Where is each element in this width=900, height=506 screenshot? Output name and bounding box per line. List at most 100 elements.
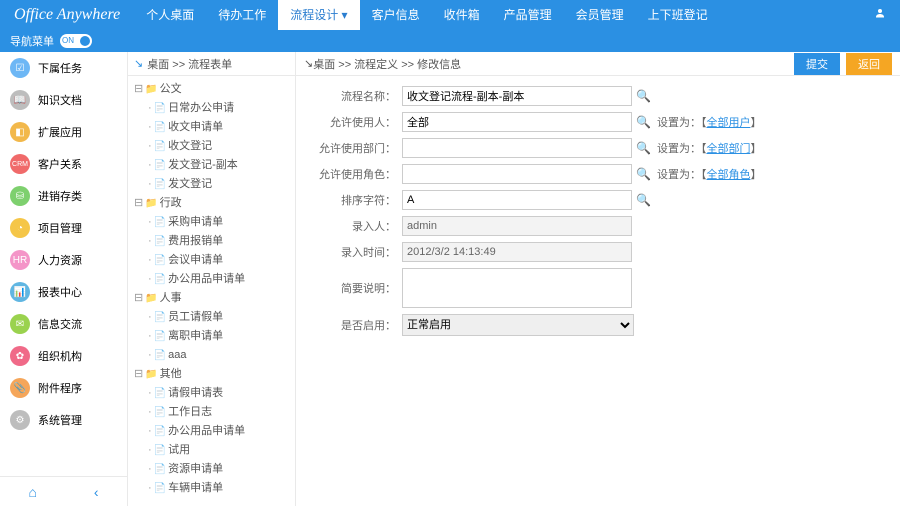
home-icon[interactable]: ⌂: [28, 484, 36, 500]
sidebar: ☑ 下属任务 📖知识文档 ◧ 扩展应用 CRM 客户关系 ⛁ 进销存类 ◔ 项目管理 HR人力资源📊报…: [0, 52, 128, 506]
desc-textarea[interactable]: [402, 268, 632, 308]
sidebar-item[interactable]: ◔ 项目管理: [0, 212, 127, 244]
sidebar-item-icon: ◔: [10, 218, 30, 238]
nav-item[interactable]: 个人桌面: [134, 0, 206, 30]
sidebar-item[interactable]: ⛁ 进销存类: [0, 180, 127, 212]
role-input[interactable]: [402, 164, 632, 184]
enable-label: 是否启用：: [310, 317, 402, 333]
enteredat-label: 录入时间：: [310, 244, 402, 260]
sidebar-item[interactable]: ⚙系统管理: [0, 404, 127, 436]
sidebar-item[interactable]: 📖知识文档: [0, 84, 127, 116]
tree-doc[interactable]: ·收文登记: [148, 137, 289, 156]
sidebar-item-label: 附件程序: [38, 380, 82, 396]
tree-doc[interactable]: ·工作日志: [148, 403, 289, 422]
top-bar: Office Anywhere 个人桌面待办工作流程设计 ▾客户信息收件箱产品管…: [0, 0, 900, 30]
users-label: 允许使用人：: [310, 114, 402, 130]
sidebar-item[interactable]: 📎 附件程序: [0, 372, 127, 404]
link-all-dept[interactable]: 全部部门: [706, 143, 750, 155]
dept-input[interactable]: [402, 138, 632, 158]
tree-folder[interactable]: ⊟其他·请假申请表·工作日志·办公用品申请单·试用·资源申请单·车辆申请单: [134, 365, 289, 498]
sidebar-item-label: 客户关系: [38, 156, 82, 172]
search-icon[interactable]: 🔍: [636, 115, 651, 129]
sidebar-item-icon: CRM: [10, 154, 30, 174]
search-icon[interactable]: 🔍: [636, 167, 651, 181]
tree-doc[interactable]: ·车辆申请单: [148, 479, 289, 498]
nav-item[interactable]: 上下班登记: [636, 0, 720, 30]
sort-input[interactable]: [402, 190, 632, 210]
search-icon[interactable]: 🔍: [636, 193, 651, 207]
tree-doc[interactable]: ·员工请假单: [148, 308, 289, 327]
name-label: 流程名称：: [310, 88, 402, 104]
tree-doc[interactable]: ·试用: [148, 441, 289, 460]
back-button[interactable]: 返回: [846, 53, 892, 75]
sidebar-item-label: 下属任务: [38, 60, 82, 76]
tree-folder[interactable]: ⊟公文·日常办公申请·收文申请单·收文登记·发文登记-副本·发文登记: [134, 80, 289, 194]
link-all-users[interactable]: 全部用户: [706, 117, 750, 129]
sidebar-item[interactable]: CRM 客户关系: [0, 148, 127, 180]
tree-doc[interactable]: ·日常办公申请: [148, 99, 289, 118]
sidebar-item-label: 进销存类: [38, 188, 82, 204]
nav-menu-label: 导航菜单: [10, 33, 54, 49]
dept-label: 允许使用部门：: [310, 140, 402, 156]
sidebar-bottom: ⌂ ‹: [0, 476, 127, 506]
sidebar-item-label: 知识文档: [38, 92, 82, 108]
tree-doc[interactable]: ·采购申请单: [148, 213, 289, 232]
tree-doc[interactable]: ·资源申请单: [148, 460, 289, 479]
sidebar-item-label: 扩展应用: [38, 124, 82, 140]
nav-item[interactable]: 会员管理: [564, 0, 636, 30]
enable-select[interactable]: 正常启用: [402, 314, 634, 336]
sidebar-item-icon: ⚙: [10, 410, 30, 430]
nav-menu-toggle[interactable]: ON: [60, 34, 92, 48]
tree-doc[interactable]: ·aaa: [148, 346, 289, 365]
tree-doc[interactable]: ·收文申请单: [148, 118, 289, 137]
sidebar-item[interactable]: ☑ 下属任务: [0, 52, 127, 84]
role-hint: 设置为：【全部角色】: [657, 166, 762, 182]
sidebar-item-icon: HR: [10, 250, 30, 270]
tree-doc[interactable]: ·会议申请单: [148, 251, 289, 270]
sidebar-item-icon: ✉: [10, 314, 30, 334]
role-label: 允许使用角色：: [310, 166, 402, 182]
tree-doc[interactable]: ·离职申请单: [148, 327, 289, 346]
nav-item[interactable]: 收件箱: [432, 0, 492, 30]
sidebar-item-label: 组织机构: [38, 348, 82, 364]
sidebar-item[interactable]: HR人力资源: [0, 244, 127, 276]
sidebar-item-icon: ☑: [10, 58, 30, 78]
sidebar-item[interactable]: 📊报表中心: [0, 276, 127, 308]
sidebar-list: ☑ 下属任务 📖知识文档 ◧ 扩展应用 CRM 客户关系 ⛁ 进销存类 ◔ 项目管理 HR人力资源📊报…: [0, 52, 127, 476]
nav-item[interactable]: 流程设计 ▾: [278, 0, 359, 30]
sidebar-item-icon: ✿: [10, 346, 30, 366]
sidebar-item-icon: 📎: [10, 378, 30, 398]
collapse-icon[interactable]: ‹: [94, 484, 99, 500]
tree-doc[interactable]: ·费用报销单: [148, 232, 289, 251]
tree-folder[interactable]: ⊟行政·采购申请单·费用报销单·会议申请单·办公用品申请单: [134, 194, 289, 289]
sidebar-item[interactable]: ✿ 组织机构: [0, 340, 127, 372]
sidebar-item-label: 项目管理: [38, 220, 82, 236]
nav-item[interactable]: 客户信息: [360, 0, 432, 30]
tree-doc[interactable]: ·办公用品申请单: [148, 270, 289, 289]
tree-doc[interactable]: ·发文登记-副本: [148, 156, 289, 175]
search-icon[interactable]: 🔍: [636, 141, 651, 155]
search-icon[interactable]: 🔍: [636, 89, 651, 103]
enteredby-label: 录入人：: [310, 218, 402, 234]
enteredby-field: [402, 216, 632, 236]
arrow-icon: ↘: [134, 57, 143, 70]
name-input[interactable]: [402, 86, 632, 106]
tree-doc[interactable]: ·请假申请表: [148, 384, 289, 403]
sidebar-item[interactable]: ✉ 信息交流: [0, 308, 127, 340]
form: 流程名称： 🔍 允许使用人： 🔍 设置为：【全部用户】 允许使用部门： 🔍 设置…: [296, 76, 900, 352]
tree-doc[interactable]: ·发文登记: [148, 175, 289, 194]
sidebar-item-icon: ⛁: [10, 186, 30, 206]
sidebar-item-label: 信息交流: [38, 316, 82, 332]
tree-breadcrumb: ↘ 桌面 >> 流程表单: [128, 52, 295, 76]
sidebar-item[interactable]: ◧ 扩展应用: [0, 116, 127, 148]
tree-folder[interactable]: ⊟人事·员工请假单·离职申请单·aaa: [134, 289, 289, 365]
submit-button[interactable]: 提交: [794, 53, 840, 75]
tree-doc[interactable]: ·办公用品申请单: [148, 422, 289, 441]
nav-item[interactable]: 待办工作: [206, 0, 278, 30]
nav-item[interactable]: 产品管理: [492, 0, 564, 30]
link-all-role[interactable]: 全部角色: [706, 169, 750, 181]
sidebar-item-icon: ◧: [10, 122, 30, 142]
brand-logo: Office Anywhere: [0, 6, 134, 24]
users-input[interactable]: [402, 112, 632, 132]
avatar-icon[interactable]: [860, 6, 900, 24]
